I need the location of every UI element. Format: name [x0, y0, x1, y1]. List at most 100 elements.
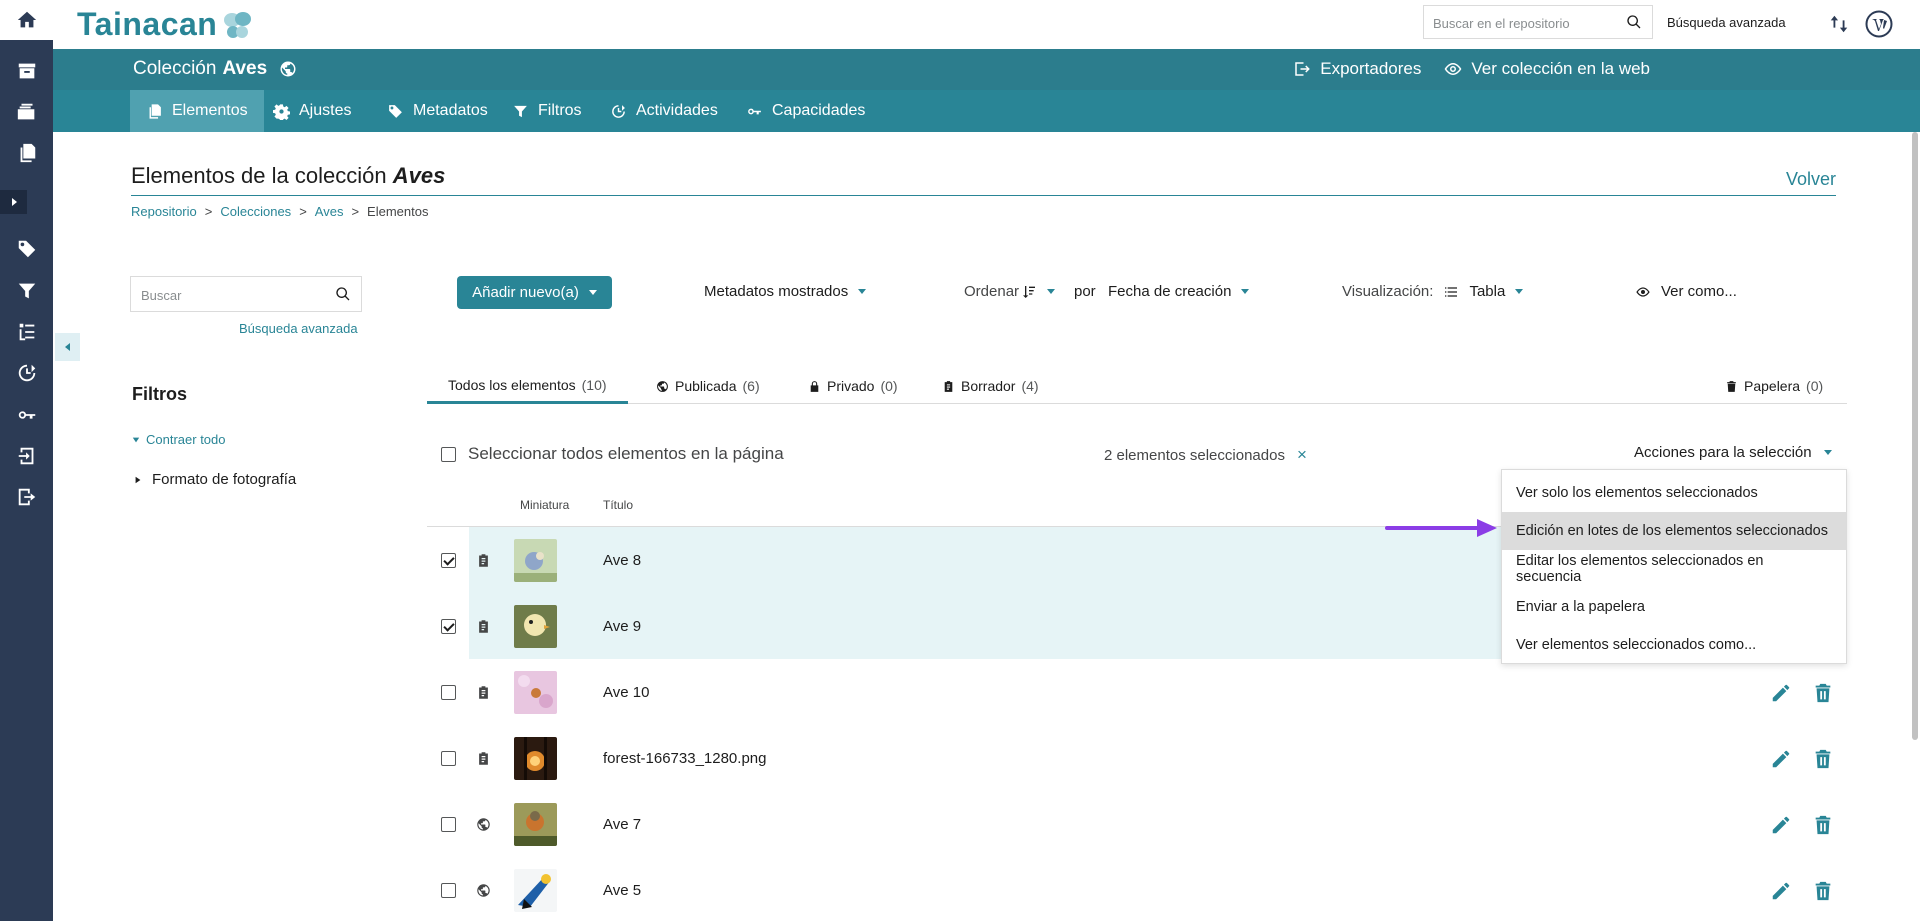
tab-publicada[interactable]: Publicada (6)	[635, 368, 781, 404]
thumbnail-image[interactable]	[514, 671, 557, 714]
row-title[interactable]: Ave 7	[603, 816, 641, 833]
row-checkbox[interactable]	[441, 751, 456, 766]
scrollbar[interactable]	[1912, 132, 1918, 740]
view-mode-dropdown[interactable]: Visualización: Tabla	[1342, 283, 1524, 300]
menu-item-view-selected[interactable]: Ver solo los elementos seleccionados	[1502, 474, 1846, 512]
tab-metadatos[interactable]: Metadatos	[371, 90, 504, 132]
activities-icon	[612, 104, 625, 118]
edit-pencil-icon[interactable]	[1770, 880, 1792, 902]
metadata-shown-dropdown[interactable]: Metadatos mostrados	[704, 283, 867, 300]
taxonomies-icon[interactable]	[0, 311, 53, 353]
exporters-icon[interactable]	[0, 476, 53, 518]
tab-borrador[interactable]: Borrador (4)	[921, 368, 1060, 404]
clear-selection-icon[interactable]: ×	[1297, 445, 1307, 465]
breadcrumb-aves[interactable]: Aves	[315, 204, 344, 219]
trash-icon[interactable]	[1812, 682, 1834, 704]
sort-order-dropdown[interactable]: Ordenar	[964, 283, 1056, 300]
expand-arrow-icon[interactable]	[0, 190, 27, 214]
caret-down-icon	[1515, 289, 1524, 294]
gear-icon	[273, 103, 290, 120]
filter-icon[interactable]	[0, 270, 53, 312]
key-icon[interactable]	[0, 394, 53, 436]
tab-elementos[interactable]: Elementos	[130, 90, 264, 132]
tags-icon[interactable]	[0, 228, 53, 270]
view-as-button[interactable]: Ver como...	[1635, 283, 1737, 300]
filters-title: Filtros	[132, 384, 188, 404]
archive-icon[interactable]	[0, 50, 53, 92]
tab-label: Elementos	[172, 102, 248, 119]
tab-label: Papelera	[1744, 378, 1801, 394]
selection-actions-dropdown[interactable]: Acciones para la selección	[1634, 444, 1832, 461]
search-icon[interactable]	[335, 286, 351, 302]
export-icon	[1295, 62, 1311, 76]
tab-filtros[interactable]: Filtros	[496, 90, 598, 132]
thumbnail-image[interactable]	[514, 803, 557, 846]
search-placeholder: Buscar en el repositorio	[1433, 16, 1570, 31]
tainacan-logo[interactable]: Tainacan	[77, 6, 253, 43]
row-checkbox[interactable]	[441, 619, 456, 634]
trash-icon	[1727, 380, 1736, 392]
column-header-title[interactable]: Título	[603, 498, 633, 512]
trash-icon[interactable]	[1812, 814, 1834, 836]
thumbnail-image[interactable]	[514, 605, 557, 648]
collapse-all-link[interactable]: Contraer todo	[132, 432, 226, 447]
home-icon[interactable]	[0, 0, 53, 40]
edit-pencil-icon[interactable]	[1770, 682, 1792, 704]
thumbnail-image[interactable]	[514, 539, 557, 582]
wordpress-icon[interactable]	[1865, 10, 1893, 38]
select-all-checkbox[interactable]	[441, 446, 456, 462]
breadcrumb-colecciones[interactable]: Colecciones	[220, 204, 291, 219]
view-collection-web-link[interactable]: Ver colección en la web	[1443, 59, 1650, 79]
row-title[interactable]: Ave 10	[603, 684, 649, 701]
items-icon[interactable]	[0, 132, 53, 174]
activities-icon[interactable]	[0, 352, 53, 394]
page-title: Elementos de la colección Aves	[131, 163, 445, 189]
processes-icon[interactable]	[1828, 12, 1850, 36]
importers-icon[interactable]	[0, 435, 53, 477]
items-search-input[interactable]: Buscar	[130, 276, 362, 312]
sort-field-dropdown[interactable]: Fecha de creación	[1108, 283, 1250, 300]
menu-item-send-to-trash[interactable]: Enviar a la papelera	[1502, 588, 1846, 626]
trash-icon[interactable]	[1812, 748, 1834, 770]
add-new-button[interactable]: Añadir nuevo(a)	[457, 276, 612, 309]
thumbnail-image[interactable]	[514, 737, 557, 780]
collections-icon[interactable]	[0, 91, 53, 133]
back-link[interactable]: Volver	[1786, 169, 1836, 190]
menu-item-sequence-edit[interactable]: Editar los elementos seleccionados en se…	[1502, 550, 1846, 588]
tab-papelera[interactable]: Papelera (0)	[1704, 368, 1844, 404]
menu-item-view-selected-as[interactable]: Ver elementos seleccionados como...	[1502, 626, 1846, 664]
exporters-link[interactable]: Exportadores	[1292, 59, 1421, 79]
advanced-search-link[interactable]: Búsqueda avanzada	[239, 321, 358, 336]
tab-todos[interactable]: Todos los elementos (10)	[427, 368, 628, 404]
top-header: Tainacan Buscar en el repositorio Búsque…	[53, 0, 1920, 49]
exporters-label: Exportadores	[1320, 59, 1422, 78]
sort-icon	[1023, 285, 1036, 298]
edit-pencil-icon[interactable]	[1770, 748, 1792, 770]
row-title[interactable]: Ave 5	[603, 882, 641, 899]
row-checkbox[interactable]	[441, 817, 456, 832]
caret-down-icon	[1241, 289, 1250, 294]
repository-search-input[interactable]: Buscar en el repositorio	[1423, 5, 1653, 39]
row-checkbox[interactable]	[441, 553, 456, 568]
edit-pencil-icon[interactable]	[1770, 814, 1792, 836]
advanced-search-link[interactable]: Búsqueda avanzada	[1667, 15, 1786, 30]
column-header-thumbnail[interactable]: Miniatura	[520, 498, 569, 512]
thumbnail-image[interactable]	[514, 869, 557, 912]
tab-ajustes[interactable]: Ajustes	[257, 90, 367, 132]
search-icon[interactable]	[1626, 14, 1642, 30]
tab-actividades[interactable]: Actividades	[594, 90, 734, 132]
row-checkbox[interactable]	[441, 685, 456, 700]
trash-icon[interactable]	[1812, 880, 1834, 902]
sort-field-label: Fecha de creación	[1108, 283, 1232, 300]
filter-formato-fotografia[interactable]: Formato de fotografía	[134, 471, 296, 488]
tab-capacidades[interactable]: Capacidades	[730, 90, 881, 132]
collapse-filters-tab[interactable]	[55, 333, 80, 361]
row-title[interactable]: Ave 8	[603, 552, 641, 569]
globe-icon	[657, 380, 668, 392]
row-title[interactable]: forest-166733_1280.png	[603, 750, 766, 767]
row-title[interactable]: Ave 9	[603, 618, 641, 635]
breadcrumb-repositorio[interactable]: Repositorio	[131, 204, 197, 219]
row-checkbox[interactable]	[441, 883, 456, 898]
menu-item-bulk-edit[interactable]: Edición en lotes de los elementos selecc…	[1502, 512, 1846, 550]
tab-privado[interactable]: Privado (0)	[787, 368, 919, 404]
